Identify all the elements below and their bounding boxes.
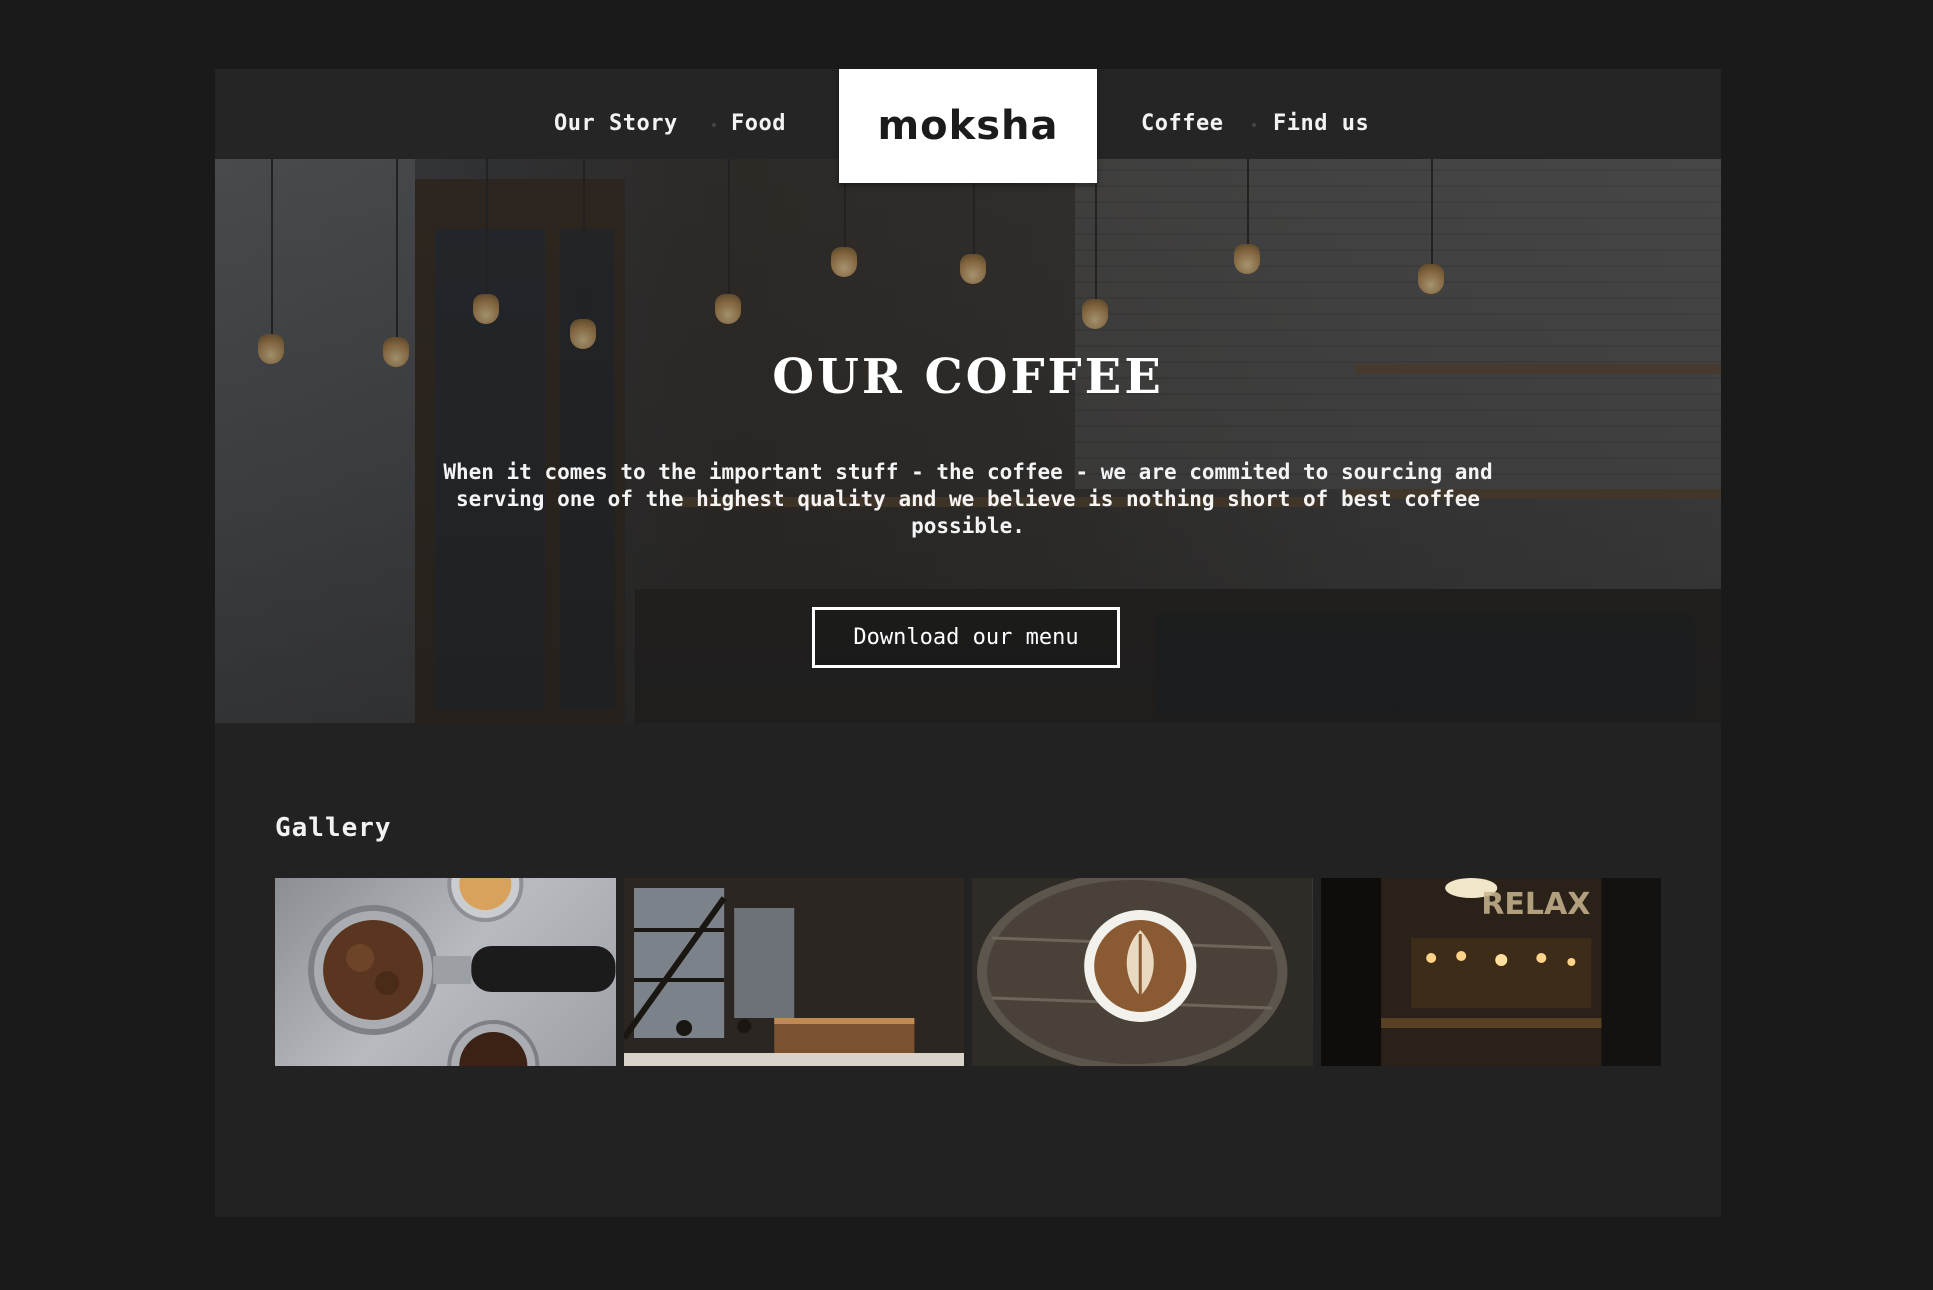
- gallery-image-coffee-grounds[interactable]: [275, 878, 616, 1066]
- nav-link-find-us[interactable]: Find us: [1273, 111, 1369, 136]
- gallery-image-cafe-interior[interactable]: [623, 878, 964, 1066]
- page-container: Our Story Food Coffee Find us moksha OUR…: [215, 69, 1721, 1217]
- nav-separator: [1252, 123, 1256, 127]
- coffee-grounds-illustration: [308, 878, 616, 1066]
- cafe-interior-illustration: [623, 878, 964, 1066]
- download-menu-button[interactable]: Download our menu: [812, 607, 1120, 668]
- logo-text: moksha: [877, 103, 1059, 149]
- gallery-row: RELAX: [275, 878, 1661, 1066]
- gallery-title: Gallery: [275, 813, 392, 843]
- gallery-image-relax-bar[interactable]: RELAX: [1320, 878, 1661, 1066]
- nav-link-food[interactable]: Food: [731, 111, 786, 136]
- relax-bar-illustration: RELAX: [1320, 878, 1661, 1066]
- gallery-image-latte-art[interactable]: [972, 878, 1313, 1066]
- logo[interactable]: moksha: [839, 69, 1097, 183]
- latte-art-illustration: [972, 878, 1313, 1066]
- relax-sign: RELAX: [1481, 887, 1590, 922]
- nav-separator: [712, 123, 716, 127]
- nav-link-our-story[interactable]: Our Story: [554, 111, 678, 136]
- hero-title: OUR COFFEE: [772, 349, 1164, 405]
- hero-section: OUR COFFEE When it comes to the importan…: [215, 159, 1721, 723]
- nav-link-coffee[interactable]: Coffee: [1141, 111, 1223, 136]
- hero-description: When it comes to the important stuff - t…: [443, 460, 1493, 538]
